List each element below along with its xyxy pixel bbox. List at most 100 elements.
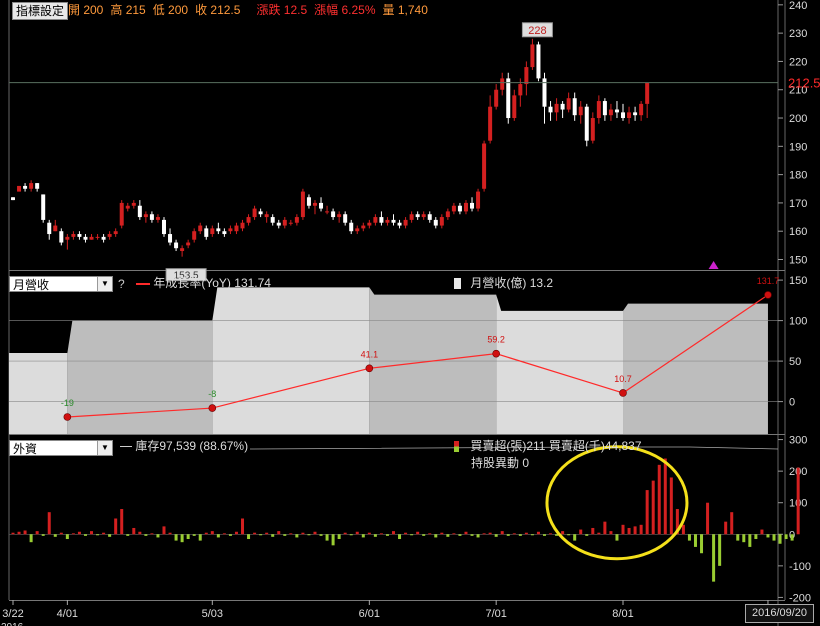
yoy-axis-tick-label: 0 [789, 397, 795, 409]
candle-body [409, 214, 414, 220]
net-buy-bar [331, 534, 335, 546]
net-buy-bar [458, 534, 462, 536]
net-buy-axis-tick-label: -200 [789, 592, 811, 604]
net-buy-bar [748, 534, 752, 547]
candle-body [83, 236, 88, 240]
candle-body [246, 217, 251, 223]
net-buy-bar [603, 521, 607, 535]
net-buy-bar [422, 534, 426, 536]
yoy-legend-label: 年成長率(YoY) [153, 276, 231, 290]
candle-body [95, 236, 100, 238]
net-buy-bar [23, 530, 27, 535]
net-buy-bar [301, 532, 305, 535]
revenue-bar [9, 353, 68, 434]
yoy-point [63, 413, 72, 421]
yoy-axis-tick-label: 150 [789, 275, 807, 287]
net-buy-bar [71, 533, 75, 535]
candle-body [397, 222, 402, 226]
net-buy-bar [343, 532, 347, 535]
indicator-settings-button[interactable]: 指標設定 [12, 2, 69, 20]
net-buy-bar [355, 531, 359, 535]
net-buy-bar [222, 533, 226, 535]
net-buy-bar [11, 532, 15, 535]
revenue-indicator-select[interactable]: 月營收 ▼ [9, 276, 113, 292]
net-buy-bar [440, 532, 444, 535]
price-panel: 150160170180190200210220230240212.522815… [9, 0, 820, 282]
net-buy-bar [379, 533, 383, 535]
net-buy-bar [639, 524, 643, 535]
candle-body [439, 217, 444, 226]
candle-body [633, 112, 638, 116]
candle-body [578, 106, 583, 116]
investor-type-select[interactable]: 外資 ▼ [9, 440, 113, 456]
candle-body [319, 202, 324, 209]
net-buy-bar [669, 477, 673, 535]
price-axis-tick-label: 190 [789, 141, 807, 153]
candle-body [258, 211, 263, 215]
net-buy-bar [259, 534, 263, 536]
candle-body [65, 236, 70, 240]
net-buy-bar [579, 529, 583, 535]
candle-body [252, 208, 257, 218]
candle-body [222, 231, 227, 235]
candle-body [584, 106, 589, 141]
net-buy-bar [464, 531, 468, 535]
net-buy-bar [615, 534, 619, 541]
revenue-legend-label: 月營收(億) [470, 276, 527, 290]
chevron-down-icon[interactable]: ▼ [97, 441, 112, 455]
candle-body [59, 231, 64, 243]
net-buy-bar [796, 467, 800, 535]
net-buy-bar [542, 534, 546, 536]
net-buy-bar [784, 534, 788, 540]
yoy-point [492, 349, 500, 358]
net-buy-bar [428, 533, 432, 535]
candle-body [113, 231, 118, 235]
net-buy-bar [108, 534, 112, 537]
candle-body [29, 183, 34, 189]
net-buy-bar [772, 534, 776, 541]
holding-change-value: 0 [522, 456, 530, 470]
net-buy-bar [736, 534, 740, 541]
revenue-bar [212, 287, 370, 434]
net-buy-bar [706, 502, 710, 535]
candle-body [125, 205, 130, 209]
candle-body [149, 214, 154, 220]
candle-body [373, 217, 378, 223]
net-buy-bar [470, 534, 474, 536]
x-tick-label: 6/01 [359, 608, 380, 620]
net-buy-bar [687, 534, 691, 541]
x-tick-label: 5/03 [202, 608, 223, 620]
chevron-down-icon[interactable]: ▼ [97, 277, 112, 291]
candle-body [186, 242, 191, 246]
candle-body [343, 214, 348, 223]
quote-item: 量 1,740 [382, 3, 428, 17]
candle-body [415, 214, 420, 218]
net-buy-bar [289, 533, 293, 535]
net-buy-axis-tick-label: 300 [789, 435, 807, 447]
inventory-legend-label: 庫存 [135, 439, 160, 453]
net-buy-bar [434, 534, 438, 538]
net-buy-bar [295, 534, 299, 538]
investor-select-value: 外資 [13, 442, 38, 456]
revenue-legend-value: 13.2 [529, 276, 554, 290]
help-icon[interactable]: ? [118, 277, 125, 291]
candle-body [488, 106, 493, 141]
candle-body [445, 211, 450, 218]
net-buy-bar [162, 526, 166, 535]
candle-body [270, 217, 275, 223]
net-buy-bar [126, 534, 130, 536]
candle-body [282, 219, 287, 226]
quote-item: 漲幅 6.25% [314, 3, 376, 17]
candle-body [451, 205, 456, 212]
net-buy-bar [549, 533, 553, 535]
net-buy-bar [494, 534, 498, 537]
candle-body [240, 222, 245, 229]
candle-body [77, 234, 82, 237]
net-buy-bar [96, 534, 100, 536]
candle-body [276, 222, 281, 226]
net-buy-bar [325, 534, 329, 541]
candle-body [560, 103, 565, 110]
net-buy-bar [760, 529, 764, 535]
net-buy-bar [536, 531, 540, 535]
quote-item: 低 200 [152, 3, 189, 17]
